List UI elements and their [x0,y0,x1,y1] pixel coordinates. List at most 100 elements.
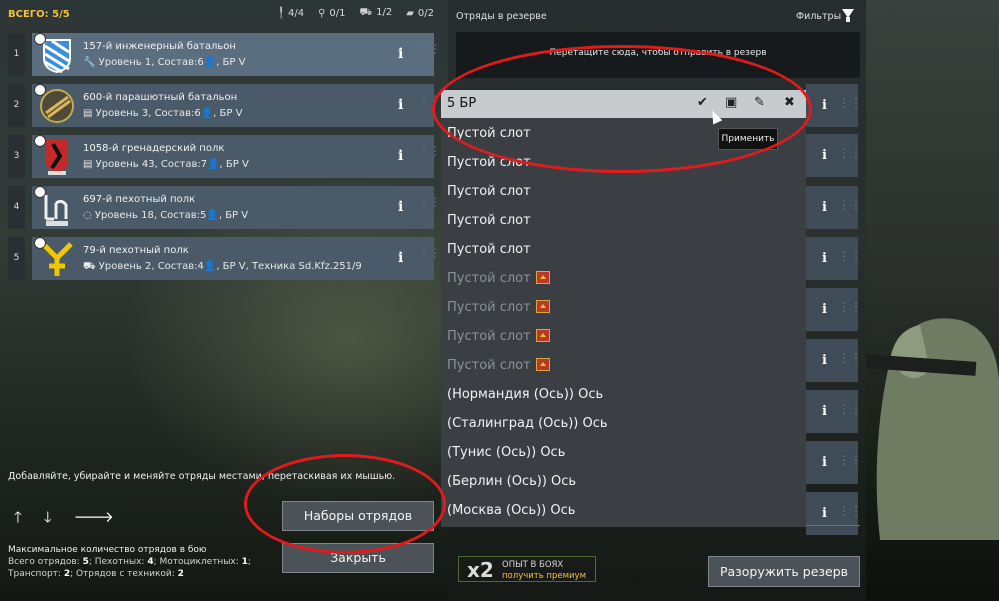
squad-name: 600-й парашютный батальон [83,92,238,103]
get-premium-link[interactable]: получить премиум [502,571,586,581]
squad-row[interactable]: 5 79-й пехотный полк ⛟ Уровень 2, Состав… [8,237,441,280]
level-badge-icon [34,186,46,198]
squad-details: ▤ Уровень 3, Состав:6👤, БР V [83,108,243,119]
drag-handle-icon[interactable]: ⋮⋮ [838,300,862,314]
drag-handle-icon[interactable]: ⋮⋮ [838,504,862,518]
premium-rank-icon [535,358,550,371]
xp-multiplier: x2 [467,558,494,582]
preset-item[interactable]: Пустой слот [447,184,531,199]
tank-count-value: 0/2 [417,8,434,19]
preset-item[interactable]: Пустой слот [447,213,531,228]
preset-item-label: (Берлин (Ось)) Ось [447,474,577,489]
reserve-row[interactable]: i ⋮⋮ [806,492,862,535]
preset-item-label: Пустой слот [447,242,531,257]
squad-card[interactable]: 697-й пехотный полк ◌ Уровень 18, Состав… [32,186,441,229]
drag-handle-icon[interactable]: ⋮⋮ [418,196,441,208]
info-icon[interactable]: i [398,46,403,62]
info-icon[interactable]: i [822,98,827,113]
info-icon[interactable]: i [822,251,827,266]
preset-item[interactable]: Пустой слот [447,242,531,257]
preset-item-locked[interactable]: Пустой слот [447,300,550,315]
reorder-arrows: 🡑 🡓 🡒 [14,507,114,532]
squad-row[interactable]: 1 157-й инженерный батальон 🔧 Уровень 1,… [8,33,441,76]
squad-row[interactable]: 2 600-й парашютный батальон ▤ Уровень 3,… [8,84,441,127]
drag-handle-icon[interactable]: ⋮⋮ [838,96,862,110]
preset-item[interactable]: (Тунис (Ось)) Ось [447,445,565,460]
squad-card[interactable]: 1058-й гренадерский полк ▤ Уровень 43, С… [32,135,441,178]
arrow-up-icon[interactable]: 🡑 [14,507,22,532]
disarm-reserve-button[interactable]: Разоружить резерв [708,556,860,587]
reserve-row[interactable]: i ⋮⋮ [806,288,862,331]
preset-item-label: Пустой слот [447,271,531,286]
squad-type-counts: ╿ 4/4 ⚲ 0/1 ⛟ 1/2 ▰ 0/2 [278,7,434,20]
vehicle-icon: ⛟ [359,7,373,18]
preset-item-label: Пустой слот [447,358,531,373]
drag-handle-icon[interactable]: ⋮⋮ [838,146,862,160]
preset-item[interactable]: (Берлин (Ось)) Ось [447,474,576,489]
drag-handle-icon[interactable]: ⋮⋮ [838,249,862,263]
info-icon[interactable]: i [398,199,403,215]
preset-item-label: Пустой слот [447,213,531,228]
info-icon[interactable]: i [822,404,827,419]
info-icon[interactable]: i [822,302,827,317]
info-icon[interactable]: i [822,455,827,470]
squad-card[interactable]: 79-й пехотный полк ⛟ Уровень 2, Состав:4… [32,237,441,280]
drag-handle-icon[interactable]: ⋮⋮ [838,453,862,467]
squad-row[interactable]: 4 697-й пехотный полк ◌ Уровень 18, Сост… [8,186,441,229]
drag-handle-icon[interactable]: ⋮⋮ [838,402,862,416]
squad-card[interactable]: 600-й парашютный батальон ▤ Уровень 3, С… [32,84,441,127]
squad-card[interactable]: 157-й инженерный батальон 🔧 Уровень 1, С… [32,33,441,76]
drag-handle-icon[interactable]: ⋮⋮ [418,43,441,55]
value-vehicle-squads: 2 [177,569,184,579]
drag-handle-icon[interactable]: ⋮⋮ [418,145,441,157]
premium-xp-banner[interactable]: x2 ОПЫТ В БОЯХ получить премиум [458,556,596,582]
level-badge-icon [34,135,46,147]
reserve-row[interactable]: i ⋮⋮ [806,237,862,280]
max-squads-line1: Всего отрядов: 5; Пехотных: 4; Мотоцикле… [8,556,251,568]
info-icon[interactable]: i [398,250,403,266]
reserve-row[interactable]: i ⋮⋮ [806,84,862,127]
premium-rank-icon [535,271,550,284]
reserve-row[interactable]: i ⋮⋮ [806,134,862,177]
preset-item-label: Пустой слот [447,184,531,199]
preset-item-locked[interactable]: Пустой слот [447,271,550,286]
squad-row[interactable]: 3 1058-й гренадерский полк ▤ Уровень 43,… [8,135,441,178]
tank-count: ▰ 0/2 [406,8,434,19]
drag-handle-icon[interactable]: ⋮⋮ [838,198,862,212]
squad-slot-number: 4 [8,186,25,229]
drag-handle-icon[interactable]: ⋮⋮ [418,247,441,259]
preset-item-label: Пустой слот [447,329,531,344]
level-badge-icon [34,33,46,45]
preset-item[interactable]: (Сталинград (Ось)) Ось [447,416,608,431]
squad-details: 🔧 Уровень 1, Состав:6👤, БР V [83,57,246,68]
preset-item-locked[interactable]: Пустой слот [447,329,550,344]
filters-button[interactable]: Фильтры [796,11,841,22]
annotation-ellipse [432,45,812,173]
info-icon[interactable]: i [398,148,403,164]
info-icon[interactable]: i [822,148,827,163]
arrow-right-icon[interactable]: 🡒 [74,507,114,532]
preset-item-locked[interactable]: Пустой слот [447,358,550,373]
arrow-down-icon[interactable]: 🡓 [44,507,52,532]
reserve-row[interactable]: i ⋮⋮ [806,339,862,382]
level-badge-icon [34,84,46,96]
reserve-row[interactable]: i ⋮⋮ [806,441,862,484]
reserve-row[interactable]: i ⋮⋮ [806,390,862,433]
squad-details: ◌ Уровень 18, Состав:5👤, БР V [83,210,249,221]
max-squads-title: Максимальное количество отрядов в бою [8,545,207,555]
squad-name: 1058-й гренадерский полк [83,143,225,154]
info-icon[interactable]: i [822,353,827,368]
drag-handle-icon[interactable]: ⋮⋮ [838,351,862,365]
preset-item[interactable]: (Нормандия (Ось)) Ось [447,387,603,402]
total-squads-label: ВСЕГО: 5/5 [8,9,70,20]
info-icon[interactable]: i [398,97,403,113]
max-squads-line2: Транспорт: 2; Отрядов с техникой: 2 [8,568,251,580]
separator: ; [247,557,251,567]
premium-rank-icon [535,329,550,342]
preset-item[interactable]: (Москва (Ось)) Ось [447,503,575,518]
label-total: Всего отрядов: [8,557,83,567]
infantry-count-value: 4/4 [288,8,305,19]
info-icon[interactable]: i [822,506,827,521]
reserve-row[interactable]: i ⋮⋮ [806,186,862,229]
info-icon[interactable]: i [822,200,827,215]
